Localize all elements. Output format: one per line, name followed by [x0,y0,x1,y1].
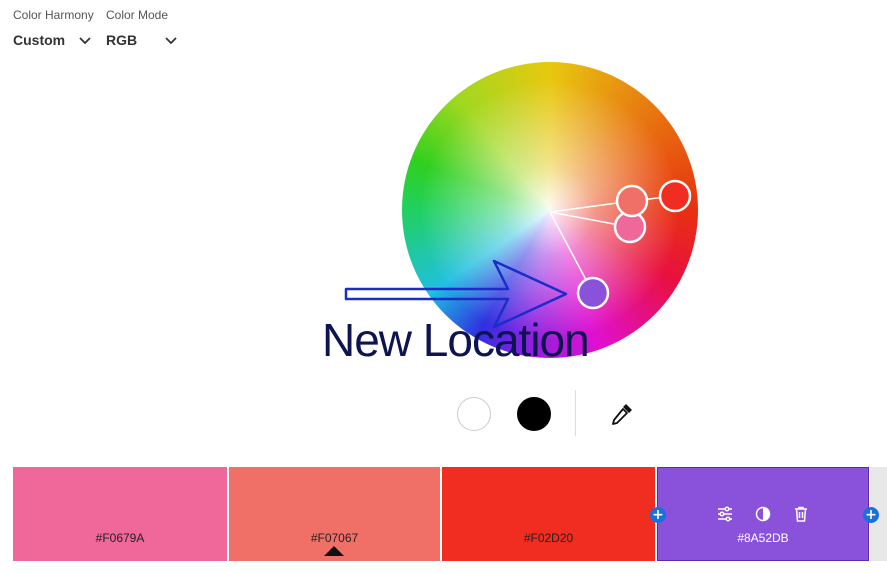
black-swatch-button[interactable] [517,397,551,431]
divider [575,390,576,436]
swatch-toolbar [657,505,869,523]
swatch-hex[interactable]: #F02D20 [524,531,573,545]
palette-swatch-1[interactable]: #F0679A [13,467,227,561]
swatch-hex[interactable]: #F07067 [311,531,358,545]
eyedropper-icon[interactable] [608,400,636,428]
white-swatch-button[interactable] [457,397,491,431]
swatch-hex[interactable]: #8A52DB [737,531,788,545]
palette-swatch-3[interactable]: #F02D20 [442,467,655,561]
base-color-indicator [324,546,344,556]
wheel-marker-purple[interactable] [576,276,610,310]
wheel-marker-coral-base[interactable] [615,184,649,218]
add-swatch-left-icon[interactable]: + [650,507,666,523]
palette-swatch-4-selected[interactable]: #8A52DB [657,467,869,561]
swatch-hex[interactable]: #F0679A [96,531,145,545]
annotation-text: New Location [322,314,590,366]
contrast-icon[interactable] [754,505,772,523]
sliders-icon[interactable] [716,505,734,523]
add-swatch-right-icon[interactable]: + [863,507,879,523]
trash-icon[interactable] [792,505,810,523]
wheel-marker-red[interactable] [658,179,692,213]
